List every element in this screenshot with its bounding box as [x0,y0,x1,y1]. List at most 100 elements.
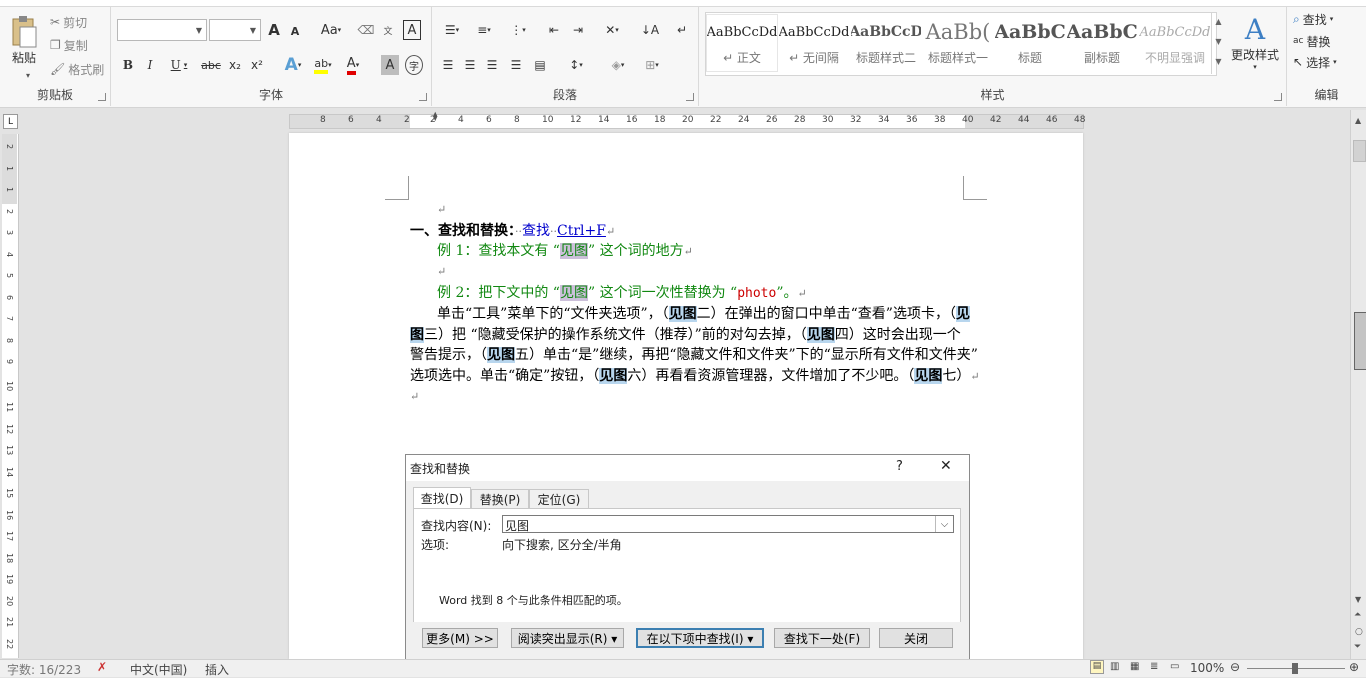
format-painter-button[interactable]: 🖌 格式刷 [50,60,104,78]
strikethrough-button[interactable]: abc [199,55,223,75]
cut-button[interactable]: ✂ 剪切 [50,13,87,31]
paste-button[interactable]: 粘贴 [6,10,42,70]
change-case-button[interactable]: Aa ▾ [317,20,345,40]
options-value: 向下搜索, 区分全/半角 [502,538,622,552]
tab-selector[interactable]: L [3,114,18,129]
vertical-ruler[interactable]: 2 1 1 2 3 4 5 6 7 8 9 10 11 12 13 14 15 16 17 18 19 20 21 22 [2,134,19,658]
styles-scroll[interactable]: ▲ ▼ ▼ [1211,12,1225,74]
align-left-icon[interactable]: ☰ [438,55,458,75]
style-title[interactable]: AaBbC 标题 [995,15,1065,71]
replace-button[interactable]: ac 替换 [1293,32,1330,50]
scroll-thumb-top[interactable] [1353,140,1366,162]
draft-view-icon[interactable]: ▭ [1170,661,1179,672]
ruler-tick: 22 [5,638,14,649]
copy-button[interactable]: ❐ 复制 [50,36,88,54]
enclose-character-icon[interactable]: 字 [405,55,423,75]
web-layout-icon[interactable]: ▦ [1130,661,1139,672]
reading-view-icon[interactable]: ▥ [1110,661,1119,672]
character-border-icon[interactable]: A [403,20,421,40]
sort-icon[interactable]: ↓A [640,20,660,40]
tab-goto[interactable]: 定位(G) [529,489,589,509]
zoom-out-icon[interactable]: ⊖ [1230,660,1240,674]
proofing-icon[interactable]: ✗ [97,660,107,674]
borders-icon[interactable]: ⊞ ▾ [638,55,666,75]
change-styles-button[interactable]: A 更改样式 ▾ [1227,12,1283,72]
show-marks-icon[interactable]: ↵ [672,20,692,40]
select-button[interactable]: ↖ 选择 ▾ [1293,53,1337,71]
numbering-icon[interactable]: ≡ ▾ [470,20,498,40]
find-in-button[interactable]: 在以下项中查找(I) ▾ [636,628,764,648]
word-count[interactable]: 字数: 16/223 [7,661,81,678]
scroll-down-icon[interactable]: ▼ [1355,595,1361,604]
next-page-icon[interactable]: ⏷ [1354,642,1361,652]
style-subtle-emphasis[interactable]: AaBbCcDd 不明显强调 [1139,15,1211,71]
close-button[interactable]: 关闭 [879,628,953,648]
ruler-tick: 46 [1046,115,1058,125]
align-right-icon[interactable]: ☰ [482,55,502,75]
tab-replace[interactable]: 替换(P) [471,489,529,509]
multilevel-list-icon[interactable]: ⋮ ▾ [504,20,532,40]
insert-mode[interactable]: 插入 [205,661,229,678]
style-heading-2[interactable]: AaBbCcD 标题样式二 [851,15,921,71]
align-center-icon[interactable]: ☰ [460,55,480,75]
chevron-down-icon[interactable]: ⌵ [935,516,953,532]
print-layout-icon[interactable]: ▤ [1090,660,1104,674]
bullets-icon[interactable]: ☰ ▾ [438,20,466,40]
character-shading-icon[interactable]: A [381,55,399,75]
style-no-spacing[interactable]: AaBbCcDd ↵ 无间隔 [779,15,849,71]
paragraph-launcher-icon[interactable] [686,93,694,101]
underline-button[interactable]: U ▾ [165,55,193,75]
find-what-label: 查找内容(N): [421,519,492,533]
indent-marker-icon[interactable]: ⧫ [433,112,437,122]
font-group: ▼ ▼ A A Aa ▾ ⌫ 文 A B I U ▾ abc x₂ x² A ▾ ab… [111,7,432,106]
phonetic-guide-icon[interactable]: 文 [379,20,397,40]
font-color-icon[interactable]: A ▾ [339,54,367,76]
chinese-layout-icon[interactable]: ✕ ▾ [598,20,626,40]
shrink-font-button[interactable]: A [287,22,303,40]
search-result-text: Word 找到 8 个与此条件相匹配的项。 [439,594,628,607]
more-button[interactable]: 更多(M) >> [422,628,498,648]
font-launcher-icon[interactable] [419,93,427,101]
browse-object-icon[interactable]: ○ [1355,627,1363,637]
reading-highlight-button[interactable]: 阅读突出显示(R) ▾ [511,628,624,648]
text-effects-icon[interactable]: A ▾ [279,54,307,76]
font-name-input[interactable]: ▼ [117,19,207,41]
style-subtitle[interactable]: AaBbC 副标题 [1067,15,1137,71]
prev-page-icon[interactable]: ⏶ [1354,610,1361,620]
font-size-input[interactable]: ▼ [209,19,261,41]
help-button[interactable]: ? [896,459,903,474]
decrease-indent-icon[interactable]: ⇤ [544,20,564,40]
style-heading-1[interactable]: AaBb( 标题样式一 [923,15,993,71]
zoom-in-icon[interactable]: ⊕ [1349,660,1359,674]
highlight-color-icon[interactable]: ab ▾ [309,54,337,76]
line-spacing-icon[interactable]: ↕ ▾ [562,55,590,75]
superscript-button[interactable]: x² [247,55,267,75]
increase-indent-icon[interactable]: ⇥ [568,20,588,40]
vertical-scrollbar[interactable]: ▲ ▼ ⏶ ○ ⏷ [1350,110,1366,659]
close-icon[interactable]: ✕ [940,458,952,474]
scroll-up-icon[interactable]: ▲ [1355,116,1361,125]
style-normal[interactable]: AaBbCcDd ↵ 正文 [706,14,778,72]
paste-dropdown-icon[interactable]: ▾ [26,71,30,80]
zoom-slider-thumb[interactable] [1292,663,1298,674]
justify-icon[interactable]: ☰ [506,55,526,75]
find-what-input[interactable]: 见图 ⌵ [502,515,954,533]
bold-button[interactable]: B [119,55,137,75]
scroll-thumb[interactable] [1354,312,1366,370]
distributed-icon[interactable]: ▤ [530,55,550,75]
outline-view-icon[interactable]: ≣ [1150,661,1158,672]
tab-find[interactable]: 查找(D) [413,487,471,509]
subscript-button[interactable]: x₂ [225,55,245,75]
shading-icon[interactable]: ◈ ▾ [604,55,632,75]
styles-launcher-icon[interactable] [1274,93,1282,101]
clipboard-launcher-icon[interactable] [98,93,106,101]
language-indicator[interactable]: 中文(中国) [130,661,187,678]
styles-group-label: 样式 [980,88,1005,102]
grow-font-button[interactable]: A [265,20,283,40]
zoom-level[interactable]: 100% [1190,661,1224,675]
find-next-button[interactable]: 查找下一处(F) [774,628,870,648]
find-button[interactable]: ⌕ 查找 ▾ [1293,10,1333,28]
horizontal-ruler[interactable]: 8 6 4 2 2 4 6 8 10 12 14 16 18 20 22 24 26 28 30 32 34 36 38 40… [289,112,1085,129]
italic-button[interactable]: I [141,55,159,75]
clear-format-icon[interactable]: ⌫ [357,20,375,40]
